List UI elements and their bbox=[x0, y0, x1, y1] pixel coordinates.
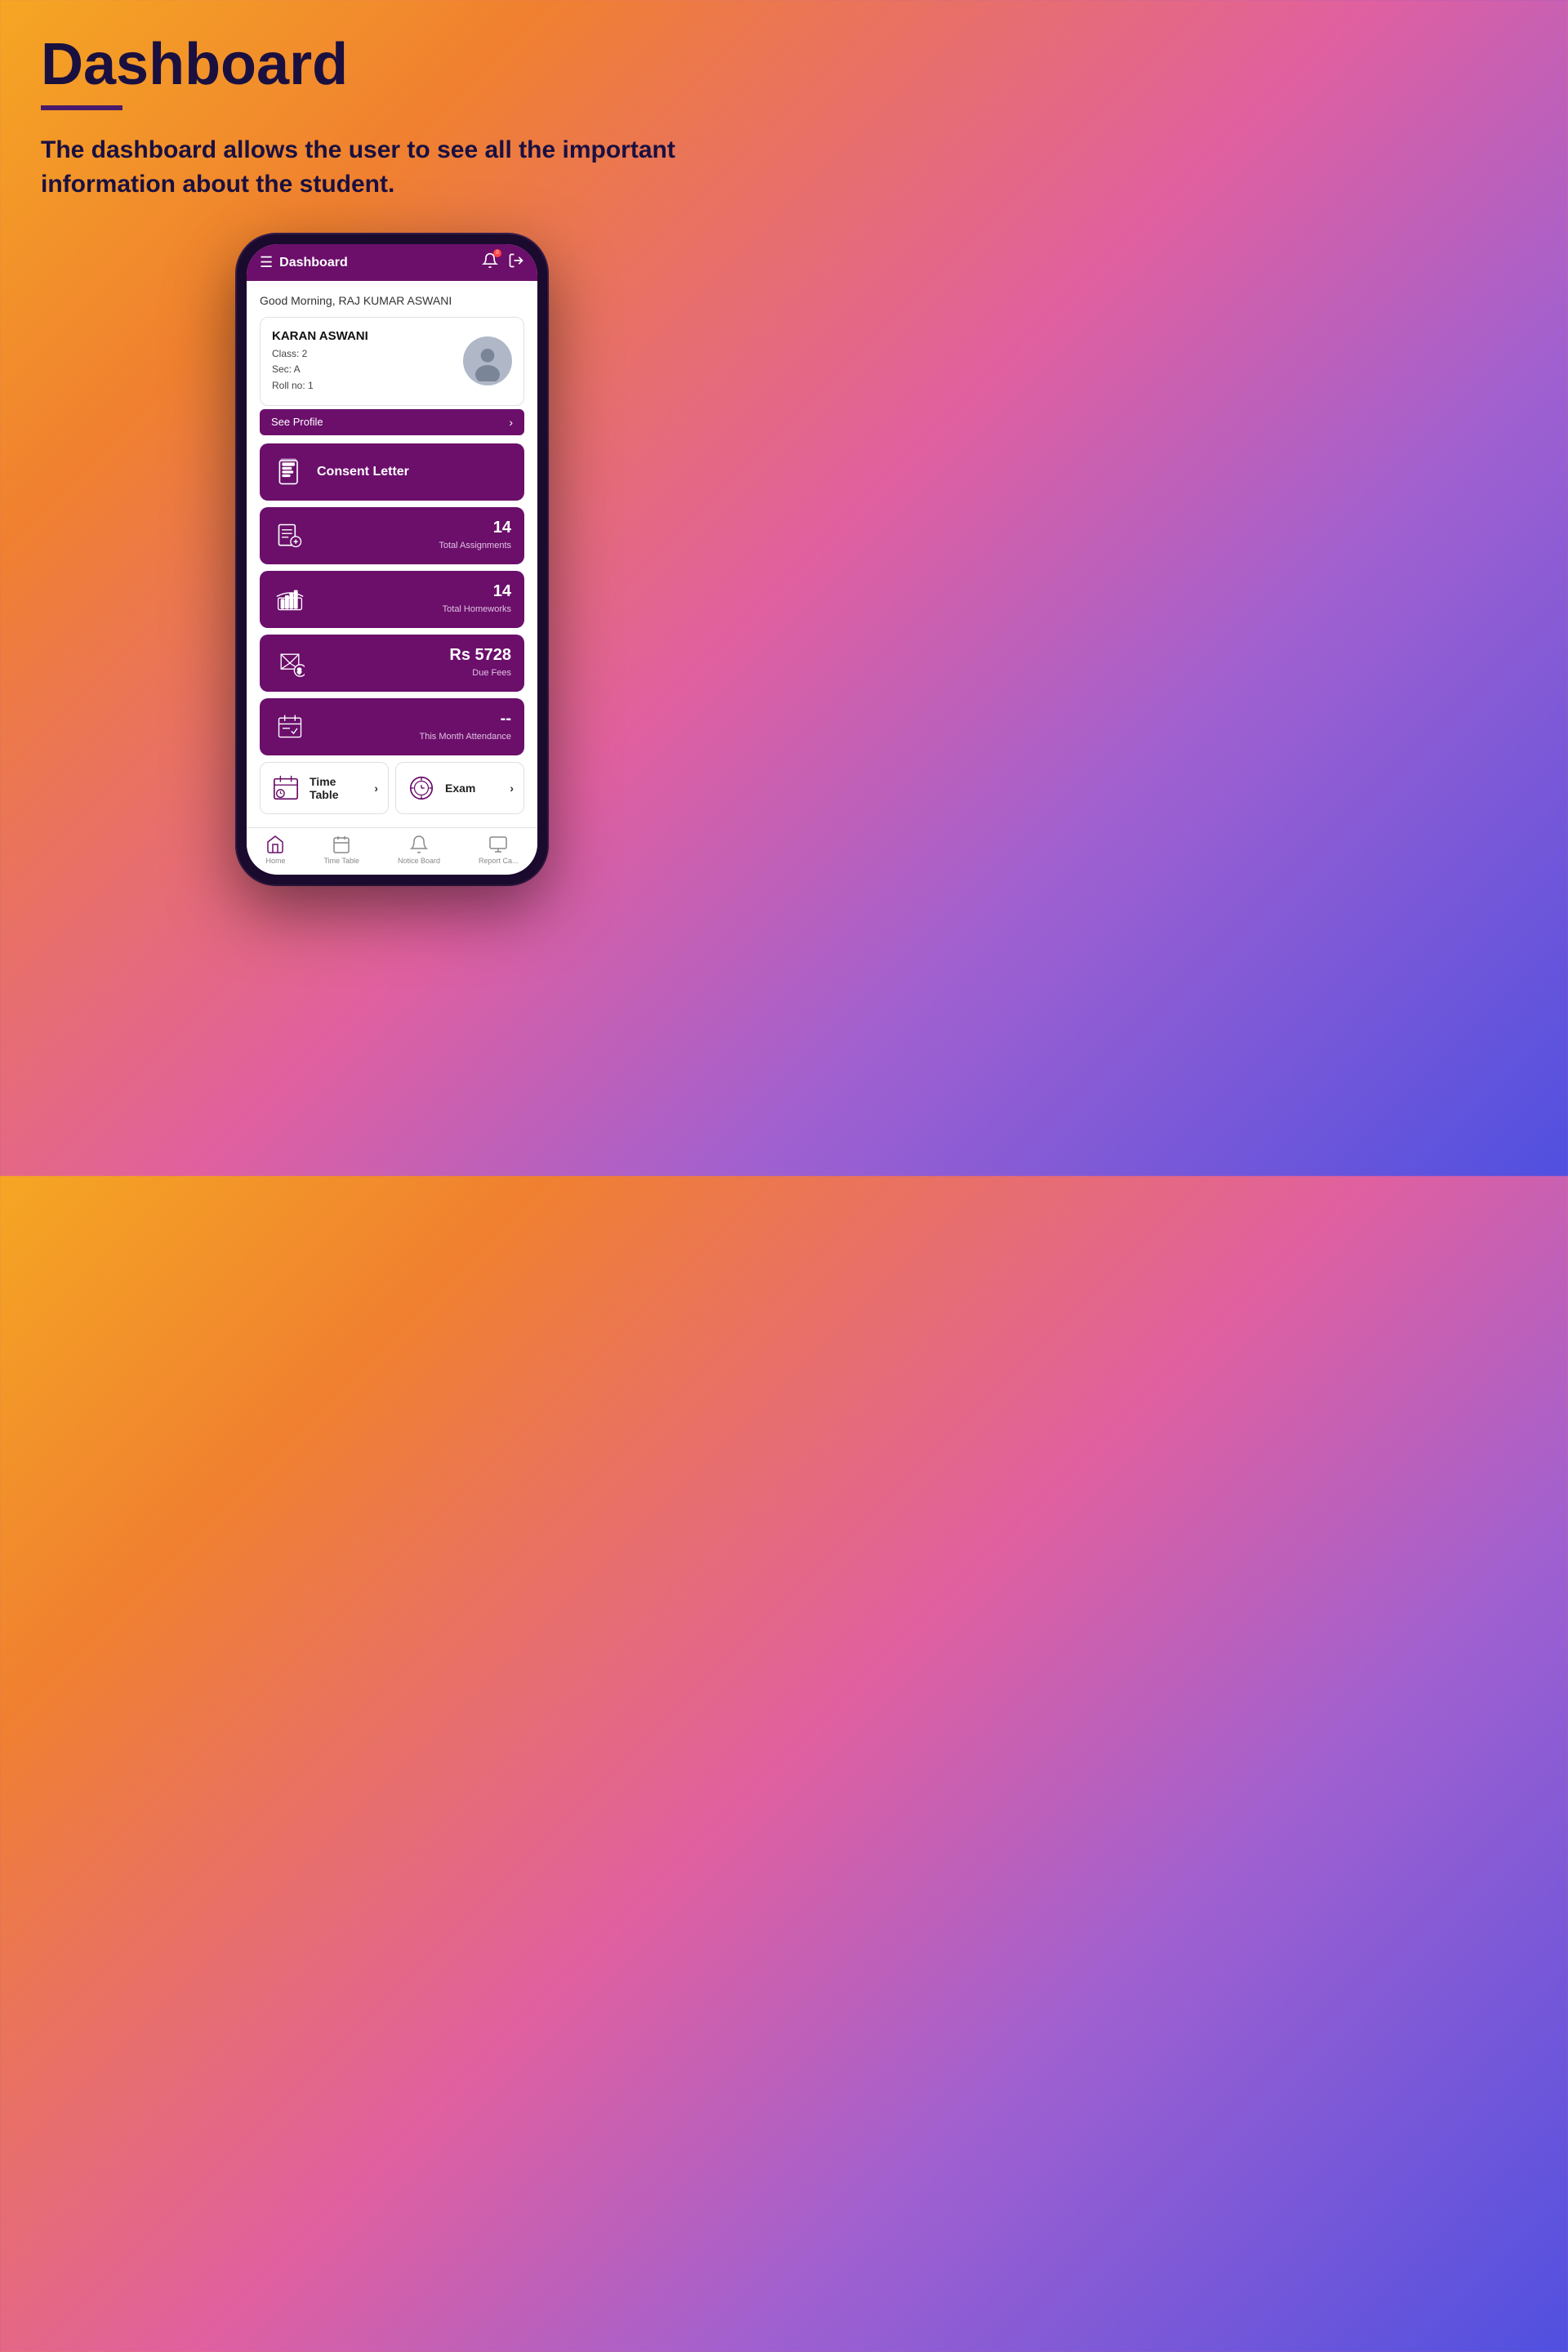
topbar-left: ☰ Dashboard bbox=[260, 254, 348, 271]
fees-sublabel: Due Fees bbox=[472, 668, 511, 678]
assignments-sublabel: Total Assignments bbox=[439, 541, 511, 550]
page-wrapper: Dashboard The dashboard allows the user … bbox=[0, 0, 784, 884]
fees-icon: $ bbox=[273, 646, 307, 680]
greeting-text: Good Morning, RAJ KUMAR ASWANI bbox=[260, 294, 524, 307]
phone-screen: ☰ Dashboard 0 bbox=[247, 244, 537, 875]
attendance-icon bbox=[273, 710, 307, 744]
nav-reportcard-label: Report Ca... bbox=[479, 857, 519, 865]
topbar-right: 0 bbox=[482, 252, 524, 273]
svg-text:$: $ bbox=[297, 666, 301, 675]
exam-icon bbox=[406, 773, 437, 804]
bottom-cards: TimeTable › bbox=[260, 762, 524, 814]
assignments-value-box: 14 Total Assignments bbox=[439, 519, 511, 552]
student-section: Sec: A bbox=[272, 362, 368, 377]
attendance-number: -- bbox=[419, 710, 511, 728]
timetable-label: TimeTable bbox=[310, 775, 366, 801]
bottom-card-exam[interactable]: Exam › bbox=[395, 762, 524, 814]
phone-wrapper: ☰ Dashboard 0 bbox=[41, 234, 743, 884]
timetable-arrow: › bbox=[374, 782, 378, 795]
see-profile-button[interactable]: See Profile › bbox=[260, 409, 524, 435]
student-class: Class: 2 bbox=[272, 346, 368, 362]
logout-icon[interactable] bbox=[508, 252, 524, 273]
bell-badge: 0 bbox=[493, 249, 501, 257]
student-name: KARAN ASWANI bbox=[272, 329, 368, 343]
see-profile-arrow: › bbox=[509, 416, 513, 429]
fees-number: Rs 5728 bbox=[449, 646, 511, 665]
nav-home-label: Home bbox=[265, 857, 285, 865]
bottom-nav: Home Time Table bbox=[247, 827, 537, 875]
nav-home[interactable]: Home bbox=[265, 835, 285, 865]
nav-timetable[interactable]: Time Table bbox=[323, 835, 359, 865]
menu-card-assignments[interactable]: 14 Total Assignments bbox=[260, 507, 524, 564]
attendance-sublabel: This Month Attendance bbox=[419, 732, 511, 742]
menu-card-homeworks-left bbox=[273, 582, 307, 617]
menu-card-fees-left: $ bbox=[273, 646, 307, 680]
phone-device: ☰ Dashboard 0 bbox=[237, 234, 547, 884]
nav-timetable-label: Time Table bbox=[323, 857, 359, 865]
page-description: The dashboard allows the user to see all… bbox=[41, 133, 743, 202]
consent-icon bbox=[273, 455, 307, 489]
student-card: KARAN ASWANI Class: 2 Sec: A Roll no: 1 bbox=[260, 317, 524, 406]
hamburger-icon[interactable]: ☰ bbox=[260, 254, 273, 271]
nav-noticeboard[interactable]: Notice Board bbox=[398, 835, 440, 865]
student-roll: Roll no: 1 bbox=[272, 378, 368, 394]
homeworks-value-box: 14 Total Homeworks bbox=[443, 582, 511, 616]
menu-card-homeworks[interactable]: 14 Total Homeworks bbox=[260, 571, 524, 628]
assignments-icon bbox=[273, 519, 307, 553]
exam-label: Exam bbox=[445, 782, 501, 795]
timetable-icon bbox=[270, 773, 301, 804]
menu-card-attendance[interactable]: -- This Month Attendance bbox=[260, 698, 524, 755]
exam-text: Exam bbox=[445, 782, 501, 795]
menu-card-consent-left: Consent Letter bbox=[273, 455, 409, 489]
timetable-text: TimeTable bbox=[310, 775, 366, 801]
attendance-value-box: -- This Month Attendance bbox=[419, 710, 511, 743]
nav-reportcard[interactable]: Report Ca... bbox=[479, 835, 519, 865]
menu-card-assignments-left bbox=[273, 519, 307, 553]
menu-card-attendance-left bbox=[273, 710, 307, 744]
homeworks-icon bbox=[273, 582, 307, 617]
assignments-number: 14 bbox=[439, 519, 511, 537]
app-topbar: ☰ Dashboard 0 bbox=[247, 244, 537, 281]
app-body: Good Morning, RAJ KUMAR ASWANI KARAN ASW… bbox=[247, 281, 537, 827]
homeworks-number: 14 bbox=[443, 582, 511, 601]
menu-card-fees[interactable]: $ Rs 5728 Due Fees bbox=[260, 635, 524, 692]
title-underline bbox=[41, 105, 122, 110]
bottom-card-timetable[interactable]: TimeTable › bbox=[260, 762, 389, 814]
see-profile-label: See Profile bbox=[271, 416, 323, 428]
fees-value-box: Rs 5728 Due Fees bbox=[449, 646, 511, 679]
exam-arrow: › bbox=[510, 782, 514, 795]
homeworks-sublabel: Total Homeworks bbox=[443, 604, 511, 614]
nav-noticeboard-label: Notice Board bbox=[398, 857, 440, 865]
page-title: Dashboard bbox=[41, 33, 743, 97]
bell-icon[interactable]: 0 bbox=[482, 252, 498, 273]
menu-card-consent[interactable]: Consent Letter bbox=[260, 443, 524, 501]
student-avatar bbox=[463, 336, 512, 385]
topbar-title: Dashboard bbox=[279, 256, 348, 270]
student-info: KARAN ASWANI Class: 2 Sec: A Roll no: 1 bbox=[272, 329, 368, 394]
consent-label: Consent Letter bbox=[317, 465, 409, 479]
